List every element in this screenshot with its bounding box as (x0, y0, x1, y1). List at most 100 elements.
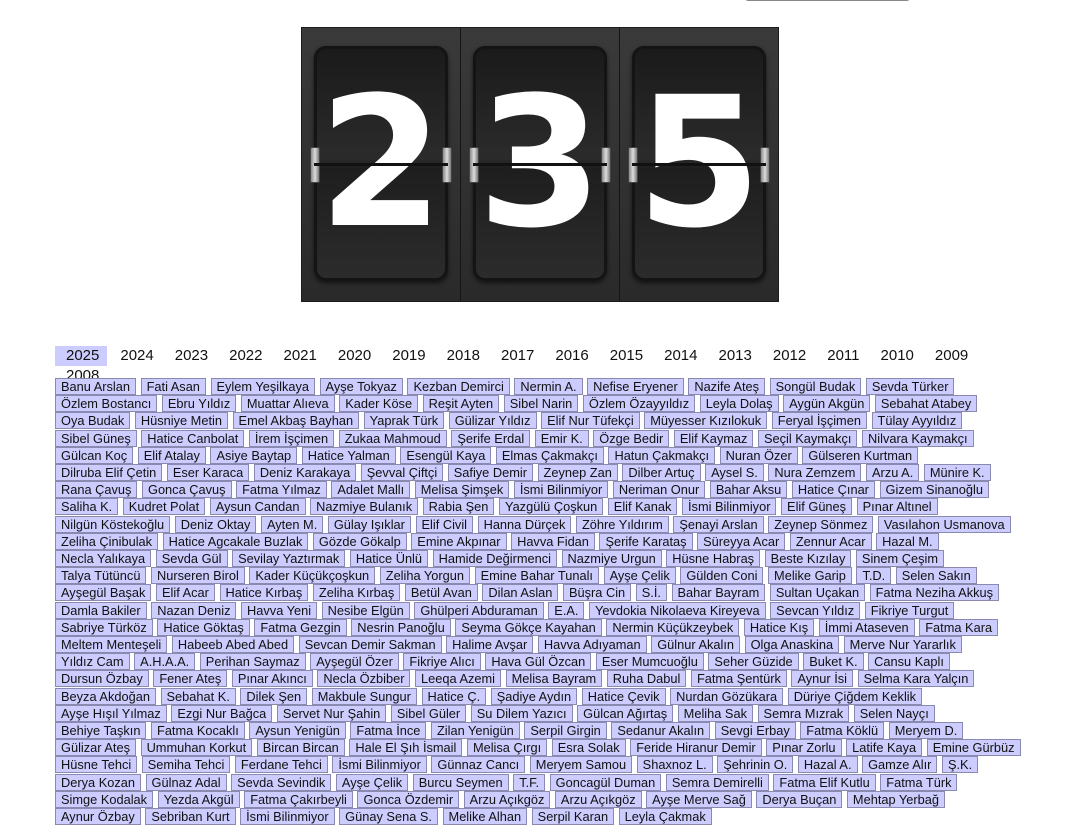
name-chip: Necla Yalıkaya (55, 550, 152, 568)
name-chip: Gözde Gökalp (312, 532, 407, 550)
name-chip: Ghülperi Abduraman (414, 601, 544, 619)
names-list: Banu Arslan Fati Asan Eylem Yeşilkaya Ay… (55, 378, 1025, 825)
name-chip: Adalet Mallı (331, 481, 411, 499)
name-chip: İsmi Bilinmiyor (240, 808, 335, 825)
name-chip: Leeqa Azemi (415, 670, 502, 688)
name-chip: Bahar Bayram (671, 584, 766, 602)
name-chip: Ayşe Tokyaz (319, 378, 403, 395)
name-chip: Nurdan Gözükara (670, 687, 784, 705)
name-chip: A.H.A.A. (134, 653, 196, 671)
tab-year-2022[interactable]: 2022 (218, 346, 270, 366)
name-chip: Elif Acar (155, 584, 215, 602)
name-chip: Havva Adıyaman (537, 636, 647, 654)
name-chip: Şevval Çiftçi (360, 464, 444, 482)
name-chip: Kudret Polat (122, 498, 206, 516)
tab-year-2009[interactable]: 2009 (924, 346, 976, 366)
name-chip: Dilek Şen (240, 687, 308, 705)
name-chip: Zeliha Yorgun (379, 567, 471, 585)
name-chip: Serpil Girgin (524, 722, 607, 740)
tab-year-2025[interactable]: 2025 (55, 346, 108, 366)
name-chip: Hamide Değirmenci (432, 550, 557, 568)
name-chip: Deniz Karakaya (253, 464, 357, 482)
name-chip: Hazal M. (876, 532, 939, 550)
name-chip: Hatice Çevik (581, 687, 666, 705)
name-chip: Elif Güneş (781, 498, 853, 516)
name-chip: Gülden Coni (680, 567, 764, 585)
name-chip: Bahar Aksu (709, 481, 788, 499)
name-chip: Muattar Alıeva (240, 395, 335, 413)
name-chip: Mehtap Yerbağ (846, 790, 946, 808)
name-chip: Sevda Sevindik (231, 773, 332, 791)
tab-year-2017[interactable]: 2017 (490, 346, 542, 366)
name-chip: Ayşegül Özer (310, 653, 399, 671)
name-chip: Müyesser Kızılokuk (644, 412, 768, 430)
name-chip: Melisa Çırgı (466, 739, 548, 757)
name-chip: Fatma Kocaklı (151, 722, 245, 740)
name-chip: İsmi Bilinmiyor (681, 498, 777, 516)
name-chip: Ayşe Merve Sağ (646, 790, 752, 808)
name-chip: Derya Kozan (55, 773, 141, 791)
name-chip: Gülnaz Adal (145, 773, 227, 791)
name-chip: Fatma İnce (350, 722, 427, 740)
tab-year-2013[interactable]: 2013 (708, 346, 760, 366)
name-chip: Seher Güzide (708, 653, 799, 671)
name-chip: Sevcan Demir Sakman (298, 636, 442, 654)
name-chip: Serpil Karan (531, 808, 615, 825)
name-chip: Nura Zemzem (768, 464, 862, 482)
name-chip: Semiha Tehci (141, 756, 231, 774)
search-box-edge[interactable] (745, 0, 910, 1)
name-chip: Deniz Oktay (174, 515, 257, 533)
name-chip: Zeynep Zan (537, 464, 618, 482)
name-chip: Emine Gürbüz (926, 739, 1021, 757)
name-chip: Ayten M. (260, 515, 324, 533)
name-chip: Fatma Yılmaz (236, 481, 327, 499)
tab-year-2018[interactable]: 2018 (436, 346, 488, 366)
tab-year-2023[interactable]: 2023 (164, 346, 216, 366)
name-chip: Hazal A. (797, 756, 858, 774)
tab-year-2014[interactable]: 2014 (653, 346, 705, 366)
hinge-icon (628, 146, 638, 183)
tab-year-2010[interactable]: 2010 (870, 346, 922, 366)
name-chip: Buket K. (803, 653, 864, 671)
name-chip: Gamze Alır (862, 756, 938, 774)
tab-year-2016[interactable]: 2016 (544, 346, 596, 366)
name-chip: T.F. (513, 773, 546, 791)
name-chip: Pınar Akıncı (231, 670, 313, 688)
name-chip: Halime Avşar (446, 636, 534, 654)
name-chip: Aysun Yenigün (249, 722, 346, 740)
name-chip: Meryem Samou (529, 756, 633, 774)
tab-year-2015[interactable]: 2015 (599, 346, 651, 366)
name-chip: Burcu Seymen (412, 773, 509, 791)
name-chip: Gülcan Koç (55, 446, 134, 464)
name-chip: Emine Bahar Tunalı (474, 567, 599, 585)
tab-year-2011[interactable]: 2011 (816, 346, 867, 366)
tab-year-2012[interactable]: 2012 (762, 346, 814, 366)
name-chip: Melike Garip (768, 567, 852, 585)
name-chip: Hatice Kış (743, 618, 815, 636)
tab-year-2019[interactable]: 2019 (381, 346, 433, 366)
flip-digit-tens: 3 (477, 58, 603, 268)
tab-year-2024[interactable]: 2024 (109, 346, 161, 366)
name-chip: Arzu A. (866, 464, 920, 482)
name-chip: Hatice Çınar (791, 481, 875, 499)
name-chip: Dilruba Elif Çetin (55, 464, 163, 482)
name-chip: Servet Nur Şahin (276, 704, 387, 722)
name-chip: Bircan Bircan (256, 739, 345, 757)
name-chip: Derya Buçan (756, 790, 843, 808)
name-chip: Nermin A. (514, 378, 583, 395)
name-chip: Kader Küçükçoşkun (249, 567, 376, 585)
name-chip: Özlem Bostancı (55, 395, 158, 413)
name-chip: Sevgi Erbay (714, 722, 796, 740)
name-chip: Makbule Sungur (311, 687, 417, 705)
flip-digit-hundreds: 2 (318, 58, 444, 268)
tab-year-2020[interactable]: 2020 (327, 346, 379, 366)
name-chip: Nesrin Panoğlu (351, 618, 451, 636)
name-chip: Yezda Akgül (157, 790, 240, 808)
name-chip: S.İ. (635, 584, 667, 602)
name-chip: Nefise Eryener (587, 378, 684, 395)
name-chip: Eser Mumcuoğlu (595, 653, 704, 671)
name-chip: Banu Arslan (55, 378, 137, 395)
name-chip: Esra Solak (551, 739, 626, 757)
name-chip: Nuran Özer (719, 446, 798, 464)
tab-year-2021[interactable]: 2021 (273, 346, 325, 366)
